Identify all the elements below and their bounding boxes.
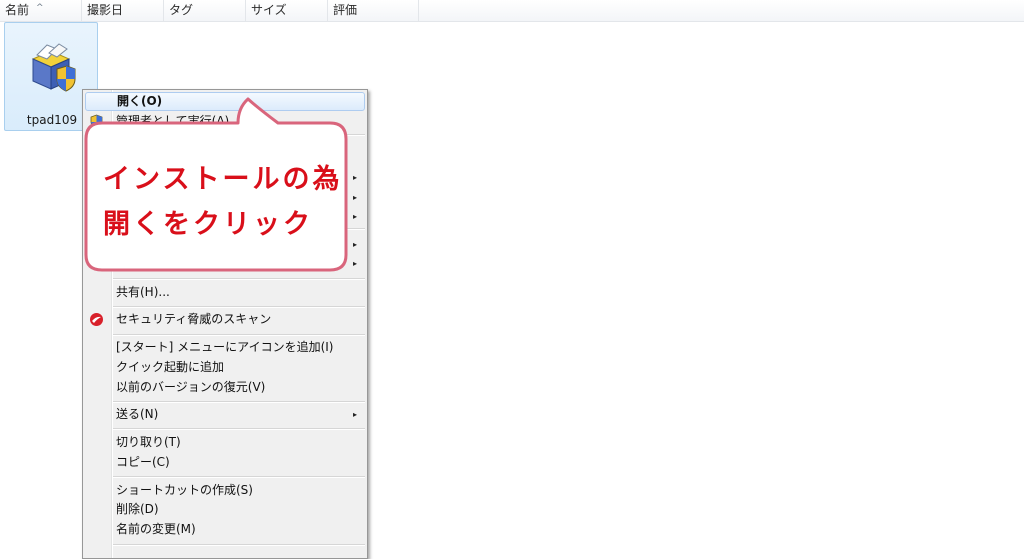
menu-item-run-as-admin-label: 管理者として実行(A) <box>116 114 230 128</box>
menu-separator <box>113 544 365 546</box>
column-date-label: 撮影日 <box>87 3 124 17</box>
menu-separator <box>113 306 365 308</box>
column-name-label: 名前 <box>5 3 30 17</box>
menu-item-create-shortcut[interactable]: ショートカットの作成(S) <box>85 481 365 500</box>
menu-item-send-to[interactable]: 送る(N) ▸ <box>85 405 365 424</box>
submenu-arrow-icon: ▸ <box>352 193 357 202</box>
submenu-arrow-icon: ▸ <box>352 410 357 419</box>
menu-separator <box>113 228 365 230</box>
menu-item-share-label: 共有(H)... <box>116 285 170 299</box>
submenu-arrow-icon: ▸ <box>352 240 357 249</box>
menu-item-send-to-label: 送る(N) <box>116 407 159 421</box>
column-size-label: サイズ <box>251 3 287 17</box>
column-date-taken[interactable]: 撮影日 <box>82 0 164 21</box>
menu-item-copy-label: コピー(C) <box>116 455 170 469</box>
menu-item-cut-label: 切り取り(T) <box>116 435 181 449</box>
menu-separator <box>113 476 365 478</box>
menu-item-share[interactable]: 共有(H)... <box>85 283 365 302</box>
menu-separator <box>113 428 365 430</box>
submenu-arrow-icon: ▸ <box>352 212 357 221</box>
column-size[interactable]: サイズ <box>246 0 328 21</box>
menu-item-rename[interactable]: 名前の変更(M) <box>85 520 365 539</box>
column-tags[interactable]: タグ <box>164 0 246 21</box>
menu-item-submenu-4[interactable]: ▸ <box>85 235 365 254</box>
menu-item-quick-launch[interactable]: クイック起動に追加 <box>85 358 365 377</box>
menu-item-open[interactable]: 開く(O) <box>85 92 365 111</box>
menu-item-quick-launch-label: クイック起動に追加 <box>116 360 225 374</box>
trend-micro-icon <box>90 313 103 326</box>
submenu-arrow-icon: ▸ <box>352 259 357 268</box>
menu-item-submenu-1[interactable]: ▸ <box>85 168 365 187</box>
menu-item-delete[interactable]: 削除(D) <box>85 500 365 519</box>
menu-item-restore-versions-label: 以前のバージョンの復元(V) <box>116 380 266 394</box>
context-menu: 開く(O) 管理者として実行(A) ▸ ▸ ▸ ▸ ▸ 共有(H)... セキュ… <box>82 89 368 559</box>
menu-item-submenu-3[interactable]: ▸ <box>85 207 365 226</box>
menu-item-security-scan-label: セキュリティ脅威のスキャン <box>116 312 272 326</box>
menu-separator <box>113 334 365 336</box>
menu-item-create-shortcut-label: ショートカットの作成(S) <box>116 483 253 497</box>
column-rating-label: 評価 <box>333 3 358 17</box>
menu-item-submenu-2[interactable]: ▸ <box>85 188 365 207</box>
menu-separator <box>113 401 365 403</box>
menu-item-restore-versions[interactable]: 以前のバージョンの復元(V) <box>85 378 365 397</box>
column-rating[interactable]: 評価 <box>328 0 419 21</box>
menu-item-pin-to-start-label: [スタート] メニューにアイコンを追加(I) <box>116 340 334 354</box>
menu-item-submenu-5[interactable]: ▸ <box>85 254 365 273</box>
menu-item-open-label: 開く(O) <box>117 94 163 108</box>
menu-separator <box>113 134 365 136</box>
sort-ascending-icon: ^ <box>36 3 44 13</box>
column-name[interactable]: 名前 ^ <box>0 0 82 21</box>
menu-item-security-scan[interactable]: セキュリティ脅威のスキャン <box>85 310 365 329</box>
submenu-arrow-icon: ▸ <box>352 173 357 182</box>
installer-package-icon <box>31 43 76 92</box>
column-tags-label: タグ <box>169 3 194 17</box>
menu-item-pin-to-start[interactable]: [スタート] メニューにアイコンを追加(I) <box>85 338 365 357</box>
menu-separator <box>113 278 365 280</box>
menu-item-cut[interactable]: 切り取り(T) <box>85 433 365 452</box>
menu-item-rename-label: 名前の変更(M) <box>116 522 196 536</box>
menu-item-copy[interactable]: コピー(C) <box>85 453 365 472</box>
column-header-bar: 名前 ^ 撮影日 タグ サイズ 評価 <box>0 0 1024 22</box>
menu-item-run-as-admin[interactable]: 管理者として実行(A) <box>85 112 365 131</box>
menu-item-delete-label: 削除(D) <box>116 502 159 516</box>
uac-shield-icon <box>90 114 103 129</box>
